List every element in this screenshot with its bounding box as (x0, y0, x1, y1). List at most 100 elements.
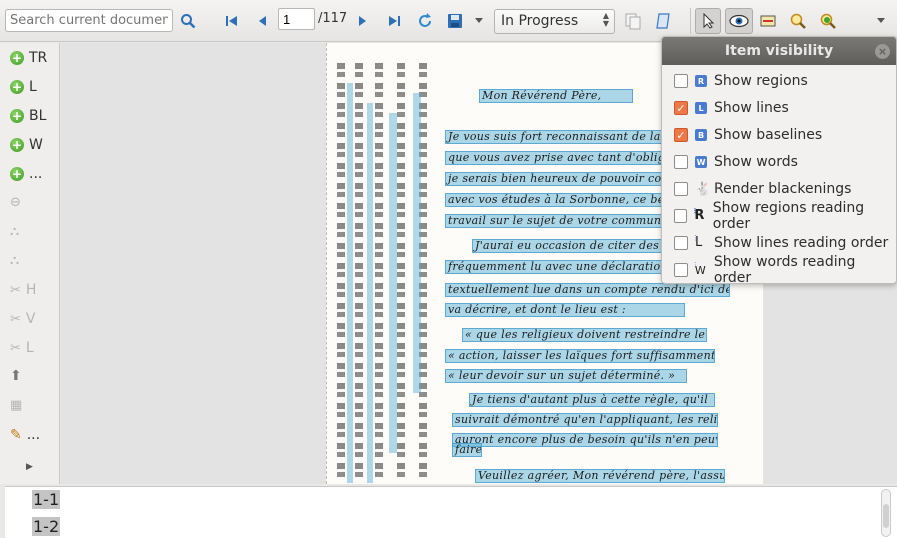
render-blackenings-option[interactable]: 🐇 Render blackenings (674, 179, 851, 199)
show-lines-checkbox[interactable]: ✓ (674, 101, 688, 115)
add-more-button[interactable]: + ... (10, 163, 42, 185)
scissors-icon: ✂ (10, 340, 21, 356)
show-regions-checkbox[interactable] (674, 74, 688, 88)
text-line[interactable]: auront encore plus de besoin qu'ils n'en… (452, 433, 718, 447)
zoom-icon[interactable] (787, 10, 809, 32)
words-reading-order-icon: ⋮ W (691, 261, 706, 278)
split-vertical-label: V (25, 311, 36, 327)
pencil-icon: ✎ (10, 427, 22, 443)
add-baseline-button[interactable]: + BL (10, 105, 46, 127)
spinner-arrows-icon: ▲ ▼ (602, 11, 609, 28)
plus-icon: + (10, 109, 24, 123)
text-line[interactable]: Je tiens d'autant plus à cette règle, qu… (469, 393, 715, 407)
text-line[interactable]: textuellement lue dans un compte rendu d… (445, 283, 730, 297)
popup-title: Item visibility (724, 43, 834, 59)
text-line[interactable]: Veuillez agréer, Mon révérend père, l'as… (475, 469, 725, 483)
search-icon[interactable] (177, 10, 199, 32)
close-icon[interactable]: × (875, 44, 890, 59)
show-baselines-checkbox[interactable]: ✓ (674, 128, 688, 142)
scrollbar-thumb[interactable] (883, 504, 889, 528)
line-number-1-1[interactable]: 1-1 (32, 490, 61, 509)
text-line[interactable]: va décrire, et dont le lieu est : (445, 303, 685, 317)
fit-width-icon[interactable] (757, 10, 779, 32)
zoom-in-icon[interactable] (817, 10, 839, 32)
plus-icon: + (10, 51, 24, 65)
show-regions-label: Show regions (714, 73, 808, 89)
show-words-option[interactable]: W Show words (674, 152, 798, 172)
vertical-line-highlight[interactable] (389, 113, 397, 453)
toolbar-overflow-chevron-down-icon[interactable] (874, 10, 888, 32)
move-point-button[interactable]: ⬆ (10, 365, 22, 387)
toolbar-separator (690, 8, 691, 34)
vertical-scrollbar[interactable] (881, 489, 891, 537)
show-regions-reading-order-option[interactable]: ⋮ R Show regions reading order (674, 200, 896, 232)
vertical-line-highlight[interactable] (367, 103, 373, 483)
vertical-line-highlight[interactable] (347, 83, 353, 483)
vertical-line-highlight[interactable] (413, 93, 421, 393)
previous-page-icon[interactable] (251, 10, 273, 32)
transcription-text-panel[interactable]: 1-1 1-2 (5, 486, 897, 538)
line-number-1-2[interactable]: 1-2 (32, 517, 61, 536)
first-page-icon[interactable] (221, 10, 243, 32)
show-words-reading-order-option[interactable]: ⋮ W Show words reading order (674, 254, 896, 286)
last-page-icon[interactable] (383, 10, 405, 32)
remove-button[interactable]: ⊖ (10, 191, 21, 213)
reload-icon[interactable] (414, 10, 436, 32)
page-number-input[interactable] (278, 8, 315, 30)
status-select[interactable]: In Progress ▲ ▼ (494, 9, 615, 34)
merge-icon: ⛬ (10, 223, 20, 239)
render-blackenings-checkbox[interactable] (674, 182, 688, 196)
select-cursor-icon[interactable] (695, 8, 721, 34)
save-icon[interactable] (444, 10, 466, 32)
search-input[interactable] (5, 9, 173, 32)
baseline-icon: B (695, 129, 707, 141)
split-line-button[interactable]: ✂ L (10, 337, 34, 359)
text-line-heading[interactable]: Mon Révérend Père, (479, 89, 633, 103)
add-line-button[interactable]: + L (10, 76, 37, 98)
show-regions-reading-order-checkbox[interactable] (674, 209, 688, 223)
lines-reading-order-icon: ⋮ L (692, 234, 703, 251)
merge-shapes-button[interactable]: ⛬ (10, 220, 19, 242)
show-lines-reading-order-checkbox[interactable] (674, 236, 688, 250)
text-line[interactable]: « que les religieux doivent restreindre … (462, 328, 707, 342)
region-icon: R (695, 75, 707, 87)
split-vertical-button[interactable]: ✂ V (10, 308, 35, 330)
text-line[interactable]: « action, laisser les laïques fort suffi… (445, 349, 715, 363)
split-line-label: L (25, 340, 34, 356)
add-word-button[interactable]: + W (10, 134, 43, 156)
add-line-label: L (29, 79, 37, 95)
vertical-text-column (337, 63, 345, 483)
edit-label: ... (26, 427, 41, 443)
expand-panel-button[interactable]: ▶ (26, 456, 33, 478)
left-tool-panel: + TR + L + BL + W + ... ⊖ ⛬ ⛬ ✂ H ✂ V ✂ … (0, 43, 60, 484)
show-lines-reading-order-option[interactable]: ⋮ L Show lines reading order (674, 233, 888, 253)
plus-icon: + (10, 167, 24, 181)
eye-visibility-icon[interactable] (725, 8, 753, 34)
text-line[interactable]: suivrait démontré qu'en l'appliquant, le… (452, 413, 718, 427)
split-horizontal-button[interactable]: ✂ H (10, 279, 36, 301)
show-words-reading-order-checkbox[interactable] (674, 263, 688, 277)
popup-title-bar: Item visibility × (662, 37, 896, 65)
status-select-value: In Progress (501, 13, 579, 29)
copy-icon[interactable] (622, 10, 644, 32)
plus-icon: + (10, 80, 24, 94)
show-baselines-label: Show baselines (714, 127, 823, 143)
page-total-label: /117 (318, 11, 348, 26)
rabbit-icon: 🐇 (695, 181, 712, 197)
text-line[interactable]: « leur devoir sur un sujet déterminé. » (445, 369, 687, 383)
document-icon[interactable] (653, 10, 675, 32)
show-words-checkbox[interactable] (674, 155, 688, 169)
split-shapes-button[interactable]: ⛬ (10, 249, 19, 271)
table-button[interactable]: ▦ (10, 394, 22, 416)
next-page-icon[interactable] (352, 10, 374, 32)
add-text-region-button[interactable]: + TR (10, 47, 47, 69)
save-menu-chevron-down-icon[interactable] (472, 10, 486, 32)
show-baselines-option[interactable]: ✓ B Show baselines (674, 125, 822, 145)
vertical-text-column (375, 63, 383, 483)
text-line[interactable]: faire. (452, 443, 482, 457)
show-lines-option[interactable]: ✓ L Show lines (674, 98, 789, 118)
edit-button[interactable]: ✎ ... (10, 424, 40, 446)
show-regions-option[interactable]: R Show regions (674, 71, 808, 91)
vertical-text-column (397, 63, 405, 483)
render-blackenings-label: Render blackenings (714, 181, 852, 197)
